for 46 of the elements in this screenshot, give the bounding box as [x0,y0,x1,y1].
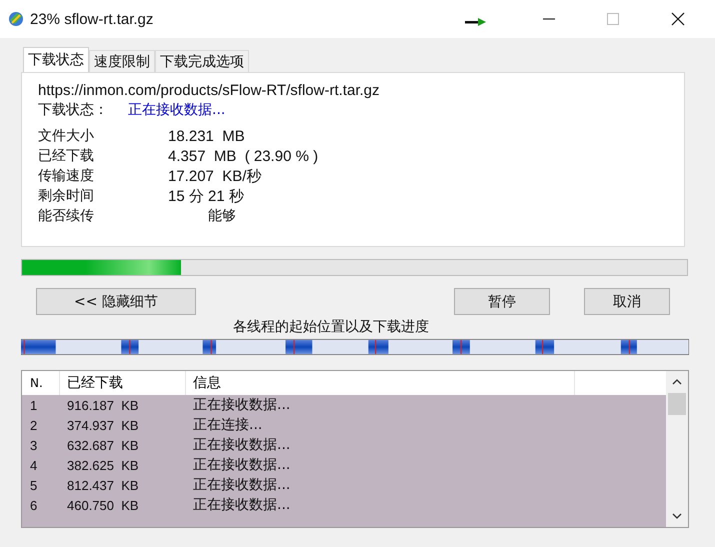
table-cell-text: 正在接收数据... [192,496,292,514]
detail-value: 能够 [207,207,236,225]
table-cell-text: 正在连接... [192,416,264,434]
scroll-thumb[interactable] [668,393,686,415]
table-cell-text: 正在接收数据... [192,476,292,494]
cancel-button[interactable]: 取消 [584,288,670,315]
pause-button[interactable]: 暂停 [454,288,550,315]
table-cell-text: 374.937 KB [66,418,140,432]
status-value: 正在接收数据... [128,101,226,119]
table-cell-text: 632.687 KB [66,438,140,452]
scroll-down-icon[interactable] [672,513,682,519]
table-cell-text: 5 [29,478,38,492]
hide-details-button[interactable]: << 隐藏细节 [36,288,196,315]
arrow-icon [465,18,487,26]
table-cell-text: 460.750 KB [66,498,140,512]
scroll-up-icon[interactable] [672,379,682,385]
table-cell-text: 正在接收数据... [192,396,292,414]
tab[interactable]: 下载状态 [23,47,89,72]
close-icon[interactable] [671,12,685,26]
tab[interactable]: 速度限制 [89,50,155,72]
detail-label: 剩余时间 [38,187,95,205]
window-title: 23% sflow-rt.tar.gz [30,10,154,28]
threads-caption: 各线程的起始位置以及下载进度 [232,318,430,336]
detail-value: 17.207 KB/秒 [168,166,262,186]
status-label: 下载状态： [38,101,109,119]
detail-value: 15 分 21 秒 [168,186,244,206]
detail-value: 4.357 MB ( 23.90 % ) [168,148,318,164]
detail-label: 能否续传 [38,207,95,225]
table-cell-text: 正在接收数据... [192,436,292,454]
table-cell-text: 2 [29,418,38,432]
detail-value: 18.231 MB [168,128,245,144]
table-cell-text: 正在接收数据... [192,456,292,474]
detail-label: 文件大小 [38,127,95,145]
app-icon [8,11,24,27]
table-cell-text: 1 [29,398,38,412]
table-cell-text: 3 [29,438,38,452]
table-cell-text: 6 [29,498,38,512]
table-cell-text: 382.625 KB [66,458,140,472]
detail-label: 传输速度 [38,167,95,185]
table-cell-text: 916.187 KB [66,398,140,412]
tab[interactable]: 下载完成选项 [155,50,249,72]
table-cell-text: 4 [29,458,38,472]
table-cell-text: 812.437 KB [66,478,140,492]
scrollbar[interactable] [666,371,688,527]
detail-label: 已经下载 [38,147,95,165]
download-url: https://inmon.com/products/sFlow-RT/sflow-rt.tar.gz [38,82,380,99]
